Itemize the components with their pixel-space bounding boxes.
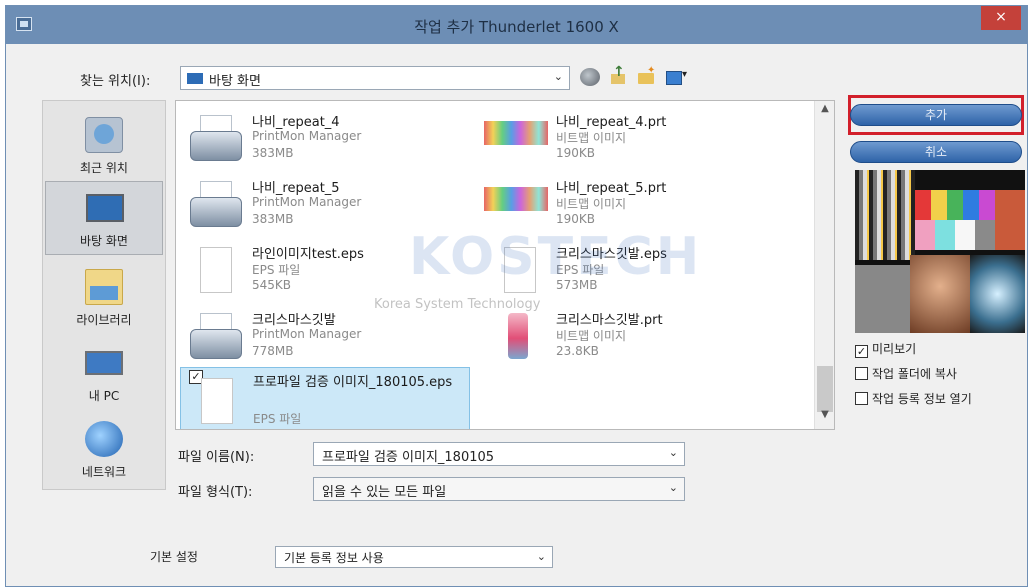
- file-name: 크리스마스깃발: [252, 313, 336, 328]
- close-button[interactable]: ×: [981, 6, 1021, 30]
- look-in-value: 바탕 화면: [209, 74, 261, 89]
- preview-photo: [855, 265, 910, 333]
- desktop-icon: [86, 194, 124, 222]
- globe-icon[interactable]: [580, 68, 600, 86]
- filename-value: 프로파일 검증 이미지_180105: [322, 450, 495, 465]
- file-size: 190KB: [556, 212, 596, 226]
- file-name: 나비_repeat_4.prt: [556, 115, 667, 130]
- file-type: EPS 파일: [252, 263, 301, 277]
- chevron-down-icon[interactable]: ⌄: [669, 446, 678, 459]
- bitmap-thumbnail-icon: [484, 187, 548, 211]
- filetype-value: 읽을 수 있는 모든 파일: [322, 485, 447, 500]
- image-preview: [855, 170, 1025, 333]
- place-label: 바탕 화면: [80, 234, 128, 248]
- copy-to-folder-checkbox[interactable]: [855, 367, 868, 380]
- watermark-logo: KOSTECH: [409, 227, 703, 287]
- file-size: 383MB: [252, 146, 294, 160]
- file-name: 나비_repeat_4: [252, 115, 340, 130]
- file-size: 190KB: [556, 146, 596, 160]
- copy-to-folder-label: 작업 폴더에 복사: [872, 367, 957, 381]
- network-icon: [85, 421, 123, 457]
- new-folder-icon[interactable]: [636, 65, 656, 86]
- chevron-down-icon[interactable]: ⌄: [669, 481, 678, 494]
- file-item[interactable]: 나비_repeat_5.prt 비트맵 이미지 190KB: [484, 171, 774, 235]
- bitmap-thumbnail-icon: [484, 121, 548, 145]
- file-name: 라인이미지test.eps: [252, 247, 364, 262]
- file-size: 383MB: [252, 212, 294, 226]
- scroll-down-icon[interactable]: ▼: [815, 409, 834, 427]
- watermark: KOSTECH Korea System Technology: [374, 227, 699, 347]
- place-label: 네트워크: [81, 465, 127, 479]
- recent-places-icon: [85, 117, 123, 153]
- preview-option-label: 미리보기: [872, 342, 917, 356]
- file-name: 프로파일 검증 이미지_180105.eps: [253, 375, 453, 390]
- scroll-up-icon[interactable]: ▲: [815, 103, 834, 121]
- filetype-dropdown[interactable]: 읽을 수 있는 모든 파일 ⌄: [313, 477, 685, 501]
- preview-tone-ramp: [855, 170, 915, 260]
- title-bar: 작업 추가 Thunderlet 1600 X ×: [6, 6, 1027, 44]
- default-settings-label: 기본 설정: [150, 550, 198, 564]
- preview-photo: [910, 255, 970, 333]
- file-item[interactable]: 나비_repeat_4 PrintMon Manager 383MB: [180, 105, 470, 169]
- file-item[interactable]: 나비_repeat_5 PrintMon Manager 383MB: [180, 171, 470, 235]
- look-in-dropdown[interactable]: 바탕 화면 ⌄: [180, 66, 570, 90]
- chevron-down-icon[interactable]: ⌄: [554, 70, 563, 83]
- vertical-scrollbar[interactable]: ▲ ▼: [814, 101, 834, 429]
- file-item[interactable]: 나비_repeat_4.prt 비트맵 이미지 190KB: [484, 105, 774, 169]
- cancel-button[interactable]: 취소: [850, 141, 1022, 163]
- library-icon: [85, 269, 123, 305]
- file-type: PrintMon Manager: [252, 327, 362, 341]
- file-name: 나비_repeat_5: [252, 181, 340, 196]
- file-list[interactable]: 나비_repeat_4 PrintMon Manager 383MB 나비_re…: [175, 100, 835, 430]
- preview-photo: [995, 190, 1025, 250]
- preview-color-chips-2: [915, 220, 995, 250]
- printer-file-icon: [188, 313, 242, 359]
- file-size: 778MB: [252, 344, 294, 358]
- up-folder-icon[interactable]: [608, 64, 628, 86]
- file-name: 나비_repeat_5.prt: [556, 181, 667, 196]
- look-in-label: 찾는 위치(I):: [80, 74, 151, 89]
- filetype-label: 파일 형식(T):: [178, 485, 253, 500]
- file-type: 비트맵 이미지: [556, 131, 627, 145]
- place-this-pc[interactable]: 내 PC: [45, 337, 163, 411]
- place-label: 라이브러리: [76, 313, 132, 327]
- desktop-folder-icon: [187, 73, 203, 84]
- file-size: 545KB: [252, 278, 292, 292]
- places-bar: 최근 위치 바탕 화면 라이브러리 내 PC 네트워크: [42, 100, 166, 490]
- file-type: PrintMon Manager: [252, 195, 362, 209]
- add-button[interactable]: 추가: [850, 104, 1022, 126]
- place-library[interactable]: 라이브러리: [45, 261, 163, 335]
- file-type: PrintMon Manager: [252, 129, 362, 143]
- window-title: 작업 추가 Thunderlet 1600 X: [414, 18, 619, 36]
- default-settings-value: 기본 등록 정보 사용: [284, 551, 384, 565]
- document-icon: [188, 247, 242, 293]
- this-pc-icon: [85, 351, 123, 375]
- place-label: 내 PC: [88, 389, 120, 403]
- printer-file-icon: [188, 115, 242, 161]
- scroll-thumb[interactable]: [817, 366, 833, 412]
- watermark-tagline: Korea System Technology: [374, 297, 541, 312]
- place-recent[interactable]: 최근 위치: [45, 109, 163, 183]
- default-settings-dropdown[interactable]: 기본 등록 정보 사용 ⌄: [275, 546, 553, 568]
- view-menu-icon[interactable]: [664, 68, 690, 86]
- preview-option[interactable]: ✓ 미리보기: [855, 340, 916, 358]
- filename-input[interactable]: 프로파일 검증 이미지_180105 ⌄: [313, 442, 685, 466]
- preview-checkbox[interactable]: ✓: [855, 345, 868, 358]
- copy-to-folder-option[interactable]: 작업 폴더에 복사: [855, 365, 957, 382]
- printer-file-icon: [188, 181, 242, 227]
- place-network[interactable]: 네트워크: [45, 413, 163, 487]
- open-job-properties-label: 작업 등록 정보 열기: [872, 392, 972, 406]
- file-type: EPS 파일: [253, 412, 302, 426]
- open-job-properties-option[interactable]: 작업 등록 정보 열기: [855, 390, 972, 407]
- document-icon: [189, 378, 243, 424]
- filename-label: 파일 이름(N):: [178, 450, 255, 465]
- chevron-down-icon[interactable]: ⌄: [537, 550, 546, 563]
- open-job-properties-checkbox[interactable]: [855, 392, 868, 405]
- place-desktop[interactable]: 바탕 화면: [45, 181, 163, 255]
- file-type: 비트맵 이미지: [556, 197, 627, 211]
- place-label: 최근 위치: [80, 161, 128, 175]
- preview-photo: [970, 255, 1025, 333]
- file-item-selected[interactable]: ✓ 프로파일 검증 이미지_180105.eps EPS 파일: [180, 367, 470, 429]
